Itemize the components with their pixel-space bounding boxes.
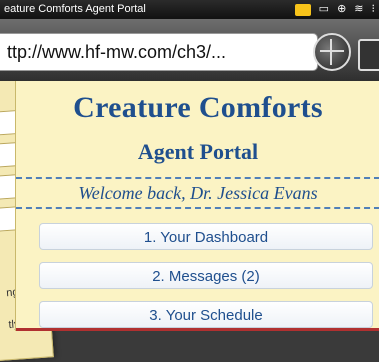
url-field[interactable]: ttp://www.hf-mw.com/ch3/... bbox=[0, 33, 318, 71]
web-page: Creature Comforts Agent Portal Welcome b… bbox=[15, 81, 379, 331]
page-title: Creature Comforts bbox=[73, 91, 323, 124]
nav-schedule-button[interactable]: 3. Your Schedule bbox=[39, 301, 373, 328]
signal-icon: ⊕ bbox=[337, 3, 347, 15]
chat-icon[interactable] bbox=[294, 3, 311, 16]
tabs-icon[interactable] bbox=[358, 39, 379, 71]
status-icons: ▭ ⊕ ≋ ⁝ bbox=[294, 0, 376, 19]
welcome-message: Welcome back, Dr. Jessica Evans bbox=[16, 177, 379, 209]
wifi-icon: ≋ bbox=[354, 3, 364, 15]
battery-icon: ▭ bbox=[318, 3, 330, 15]
globe-icon[interactable] bbox=[313, 33, 351, 71]
nav-dashboard-button[interactable]: 1. Your Dashboard bbox=[39, 223, 373, 250]
nav-messages-button[interactable]: 2. Messages (2) bbox=[39, 262, 373, 289]
status-bar: eature Comforts Agent Portal ▭ ⊕ ≋ ⁝ bbox=[0, 0, 379, 19]
window-title: eature Comforts Agent Portal bbox=[4, 3, 146, 15]
page-subtitle: Agent Portal bbox=[137, 139, 259, 164]
network-icon: ⁝ bbox=[371, 3, 376, 15]
address-bar: ttp://www.hf-mw.com/ch3/... bbox=[0, 19, 379, 81]
